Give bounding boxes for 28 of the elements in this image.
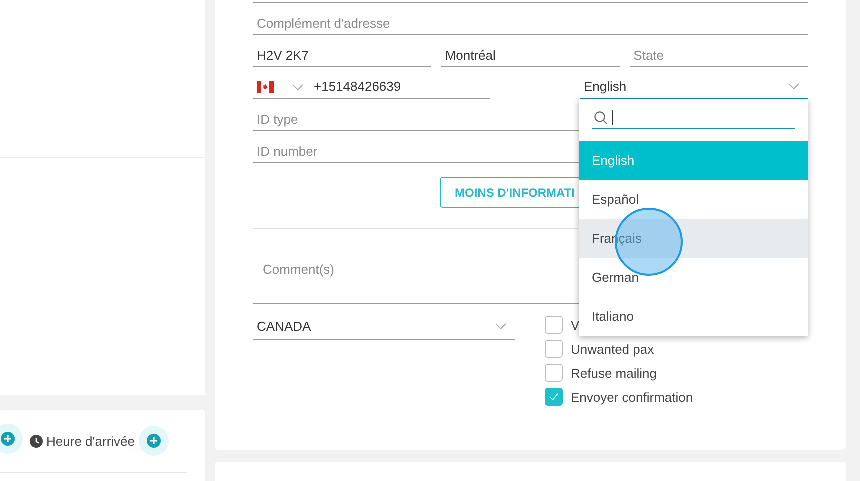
- arrival-time-label: Heure d'arrivée: [46, 434, 135, 448]
- checkbox[interactable]: [545, 316, 563, 334]
- flag-icon: [257, 80, 274, 92]
- input-field[interactable]: Complément d'adresse: [253, 3, 808, 35]
- input-field[interactable]: H2V 2K7: [253, 35, 432, 67]
- add-icon[interactable]: [0, 424, 23, 454]
- country-select[interactable]: CANADA: [253, 304, 515, 340]
- chevron-icon: [292, 84, 304, 90]
- add-icon[interactable]: [139, 426, 169, 456]
- chevron-icon: [495, 323, 507, 330]
- chevron-icon: [788, 83, 800, 90]
- checkbox-label: Envoyer confirmation: [571, 390, 694, 404]
- clock-icon: [30, 434, 43, 448]
- checkbox-label: V: [571, 318, 580, 332]
- search-icon: [594, 110, 608, 124]
- phone-field[interactable]: +15148426639: [253, 67, 490, 99]
- checkbox[interactable]: [545, 340, 563, 358]
- checkbox[interactable]: [545, 364, 563, 382]
- language-option[interactable]: Español: [579, 180, 808, 219]
- checkbox-label: Unwanted pax: [571, 342, 654, 356]
- input-field[interactable]: State: [630, 35, 808, 67]
- language-option[interactable]: Italiano: [579, 297, 808, 336]
- checkbox[interactable]: [545, 388, 563, 406]
- search-field[interactable]: [592, 107, 795, 129]
- check-icon: [549, 393, 559, 401]
- input-field[interactable]: Montréal: [441, 35, 620, 67]
- language-option[interactable]: German: [579, 258, 808, 297]
- checkbox-label: Refuse mailing: [571, 366, 657, 380]
